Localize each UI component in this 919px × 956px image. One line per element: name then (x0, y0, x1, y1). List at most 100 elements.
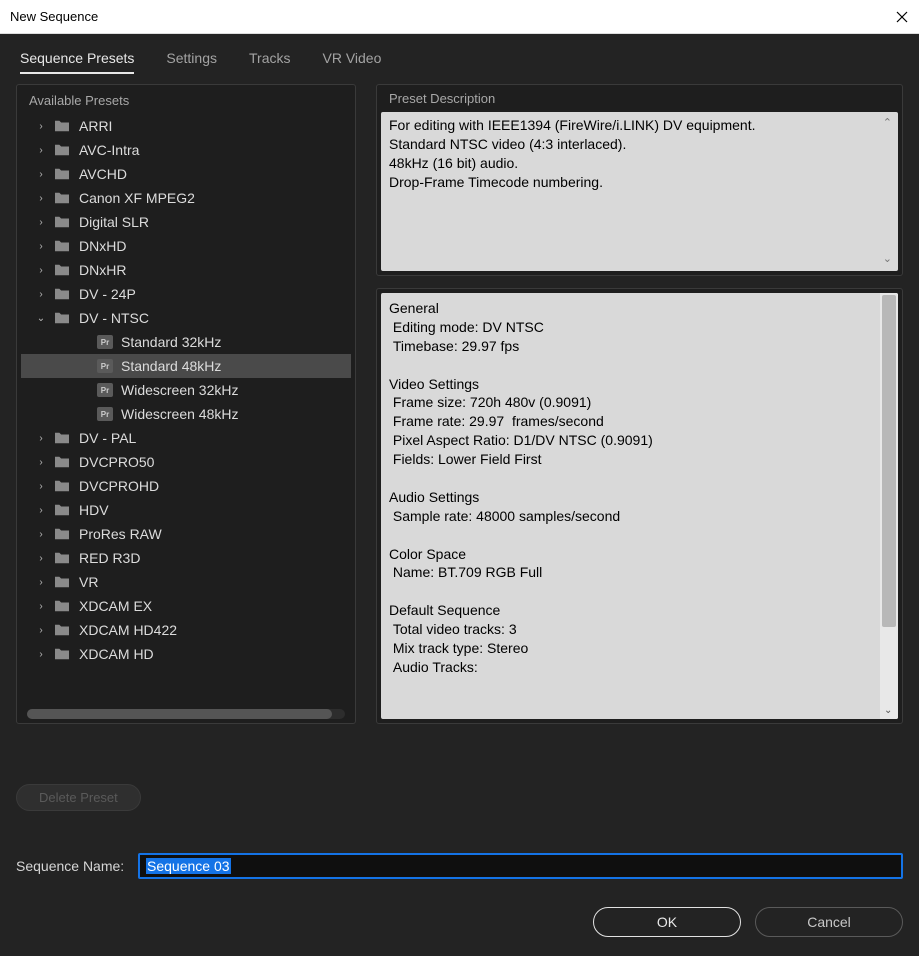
chevron-right-icon[interactable]: › (35, 625, 47, 636)
preset-folder[interactable]: › DV - 24P (21, 282, 351, 306)
preset-folder[interactable]: › XDCAM EX (21, 594, 351, 618)
chevron-right-icon[interactable]: › (35, 649, 47, 660)
desc-line: Drop-Frame Timecode numbering. (389, 173, 890, 192)
cancel-button[interactable]: Cancel (755, 907, 903, 937)
tree-label: AVC-Intra (79, 142, 139, 158)
preset-folder[interactable]: › Canon XF MPEG2 (21, 186, 351, 210)
preset-item[interactable]: Pr Widescreen 48kHz (21, 402, 351, 426)
chevron-down-icon[interactable]: ⌄ (884, 704, 892, 718)
preset-details-text: General Editing mode: DV NTSC Timebase: … (381, 293, 880, 719)
chevron-right-icon[interactable]: › (35, 457, 47, 468)
chevron-right-icon[interactable]: › (35, 169, 47, 180)
folder-icon (53, 623, 71, 637)
preset-folder[interactable]: ›ARRI (21, 114, 351, 138)
preset-folder[interactable]: › HDV (21, 498, 351, 522)
tree-label: Widescreen 48kHz (121, 406, 239, 422)
chevron-right-icon[interactable]: › (35, 433, 47, 444)
scrollbar-thumb[interactable] (882, 295, 896, 627)
chevron-down-icon[interactable]: ⌄ (35, 313, 47, 324)
chevron-right-icon[interactable]: › (35, 241, 47, 252)
folder-icon (53, 215, 71, 229)
tab-sequence-presets[interactable]: Sequence Presets (20, 50, 134, 74)
tree-label: DV - NTSC (79, 310, 149, 326)
folder-icon (53, 191, 71, 205)
chevron-right-icon[interactable]: › (35, 121, 47, 132)
preset-folder[interactable]: › AVC-Intra (21, 138, 351, 162)
chevron-right-icon[interactable]: › (35, 529, 47, 540)
preset-folder[interactable]: ›XDCAM HD422 (21, 618, 351, 642)
preset-description-title: Preset Description (381, 89, 898, 112)
tree-label: Widescreen 32kHz (121, 382, 239, 398)
tree-label: DNxHD (79, 238, 126, 254)
chevron-right-icon[interactable]: › (35, 481, 47, 492)
preset-icon: Pr (97, 407, 113, 421)
preset-description-box: ⌃ For editing with IEEE1394 (FireWire/i.… (381, 112, 898, 271)
preset-folder[interactable]: ›VR (21, 570, 351, 594)
tree-label: DNxHR (79, 262, 126, 278)
tree-label: Standard 48kHz (121, 358, 221, 374)
folder-icon (53, 239, 71, 253)
preset-tree[interactable]: ›ARRI›AVC-Intra›AVCHD›Canon XF MPEG2›Dig… (21, 114, 351, 707)
folder-icon (53, 503, 71, 517)
folder-icon (53, 575, 71, 589)
preset-icon: Pr (97, 383, 113, 397)
close-icon[interactable] (895, 10, 909, 24)
folder-icon (53, 431, 71, 445)
preset-folder[interactable]: › DNxHD (21, 234, 351, 258)
chevron-right-icon[interactable]: › (35, 217, 47, 228)
tree-label: DV - 24P (79, 286, 136, 302)
chevron-up-icon[interactable]: ⌃ (883, 116, 892, 131)
preset-folder[interactable]: ⌄ DV - NTSC (21, 306, 351, 330)
sequence-name-input[interactable]: Sequence 03 (138, 853, 903, 879)
preset-folder[interactable]: ›ProRes RAW (21, 522, 351, 546)
tree-label: DVCPROHD (79, 478, 159, 494)
preset-folder[interactable]: › DNxHR (21, 258, 351, 282)
delete-preset-button: Delete Preset (16, 784, 141, 811)
chevron-right-icon[interactable]: › (35, 601, 47, 612)
tree-label: Canon XF MPEG2 (79, 190, 195, 206)
tree-label: HDV (79, 502, 109, 518)
chevron-down-icon[interactable]: ⌄ (883, 252, 892, 267)
tree-label: XDCAM EX (79, 598, 152, 614)
preset-folder[interactable]: ›DV - PAL (21, 426, 351, 450)
preset-details-box: General Editing mode: DV NTSC Timebase: … (381, 293, 898, 719)
dialog-footer: OK Cancel (16, 907, 903, 937)
details-scrollbar[interactable]: ⌃ ⌄ (880, 293, 898, 719)
chevron-right-icon[interactable]: › (35, 553, 47, 564)
desc-line: Standard NTSC video (4:3 interlaced). (389, 135, 890, 154)
preset-item[interactable]: PrStandard 32kHz (21, 330, 351, 354)
preset-folder[interactable]: ›DVCPRO50 (21, 450, 351, 474)
folder-icon (53, 479, 71, 493)
folder-icon (53, 551, 71, 565)
chevron-right-icon[interactable]: › (35, 193, 47, 204)
desc-line: 48kHz (16 bit) audio. (389, 154, 890, 173)
preset-folder[interactable]: › DVCPROHD (21, 474, 351, 498)
tab-settings[interactable]: Settings (166, 50, 217, 74)
tab-vr-video[interactable]: VR Video (322, 50, 381, 74)
folder-icon (53, 311, 71, 325)
available-presets-title: Available Presets (21, 91, 351, 114)
tab-bar: Sequence Presets Settings Tracks VR Vide… (16, 50, 903, 84)
chevron-right-icon[interactable]: › (35, 289, 47, 300)
preset-folder[interactable]: ›Digital SLR (21, 210, 351, 234)
folder-icon (53, 599, 71, 613)
folder-icon (53, 455, 71, 469)
tab-tracks[interactable]: Tracks (249, 50, 290, 74)
preset-folder[interactable]: › RED R3D (21, 546, 351, 570)
chevron-right-icon[interactable]: › (35, 145, 47, 156)
preset-icon: Pr (97, 359, 113, 373)
sequence-name-row: Sequence Name: Sequence 03 (16, 853, 903, 879)
preset-folder[interactable]: ›XDCAM HD (21, 642, 351, 666)
preset-item[interactable]: Pr Widescreen 32kHz (21, 378, 351, 402)
preset-folder[interactable]: ›AVCHD (21, 162, 351, 186)
delete-preset-row: Delete Preset (16, 784, 903, 811)
preset-item[interactable]: Pr Standard 48kHz (21, 354, 351, 378)
tree-horizontal-scrollbar[interactable] (27, 709, 345, 719)
chevron-right-icon[interactable]: › (35, 265, 47, 276)
chevron-right-icon[interactable]: › (35, 505, 47, 516)
tree-label: RED R3D (79, 550, 140, 566)
ok-button[interactable]: OK (593, 907, 741, 937)
chevron-right-icon[interactable]: › (35, 577, 47, 588)
preset-details-panel: General Editing mode: DV NTSC Timebase: … (376, 288, 903, 724)
available-presets-panel: Available Presets ›ARRI›AVC-Intra›AVCHD›… (16, 84, 356, 724)
